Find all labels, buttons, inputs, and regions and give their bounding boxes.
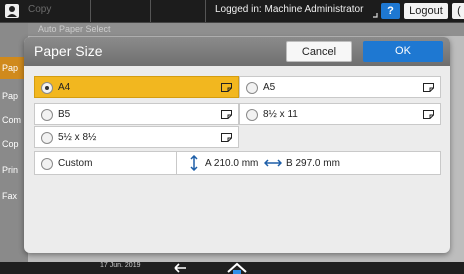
extra-button[interactable]: ( xyxy=(452,3,464,19)
bg-hidden-text: Auto Paper Select xyxy=(38,24,111,34)
radio-icon xyxy=(41,109,53,121)
option-label: A4 xyxy=(58,82,71,93)
radio-icon xyxy=(246,109,258,121)
vertical-arrow-icon xyxy=(190,155,198,171)
bottom-bar: 17 Jun. 2019 xyxy=(0,262,464,274)
paper-size-dialog: Paper Size Cancel OK A4 A5 B5 8½ x 11 5½… xyxy=(24,37,450,253)
option-b5[interactable]: B5 xyxy=(34,103,239,125)
bg-header: Auto Paper Select xyxy=(28,23,464,36)
landscape-orientation-icon xyxy=(221,133,232,142)
landscape-orientation-icon xyxy=(423,83,434,92)
radio-icon xyxy=(246,82,258,94)
radio-icon xyxy=(41,158,53,170)
status-bar: Copy Logged in: Machine Administrator ? … xyxy=(0,0,464,23)
option-label: 5½ x 8½ xyxy=(58,132,97,143)
app-label: Copy xyxy=(28,4,52,15)
help-button[interactable]: ? xyxy=(381,3,400,19)
option-custom[interactable]: Custom A 210.0 mm B 297.0 mm xyxy=(34,151,441,175)
user-icon[interactable] xyxy=(5,4,19,18)
dimension-a[interactable]: A 210.0 mm xyxy=(205,152,258,175)
cancel-button[interactable]: Cancel xyxy=(286,41,352,62)
home-icon[interactable] xyxy=(226,262,248,274)
date-label: 17 Jun. 2019 xyxy=(100,262,141,269)
dimension-b[interactable]: B 297.0 mm xyxy=(286,152,340,175)
ok-button[interactable]: OK xyxy=(363,41,443,62)
landscape-orientation-icon xyxy=(423,110,434,119)
option-label: A5 xyxy=(263,82,276,93)
horizontal-arrow-icon xyxy=(264,159,282,167)
landscape-orientation-icon xyxy=(221,83,232,92)
option-8-5x11[interactable]: 8½ x 11 xyxy=(239,103,441,125)
dialog-header: Paper Size Cancel OK xyxy=(24,37,450,66)
option-label: Custom xyxy=(58,158,93,169)
landscape-orientation-icon xyxy=(221,110,232,119)
login-corner-icon xyxy=(370,4,378,18)
option-a5[interactable]: A5 xyxy=(239,76,441,98)
login-status: Logged in: Machine Administrator xyxy=(215,4,364,15)
option-5-5x8-5[interactable]: 5½ x 8½ xyxy=(34,126,239,148)
radio-icon xyxy=(41,132,53,144)
option-label: 8½ x 11 xyxy=(263,109,298,120)
back-icon[interactable] xyxy=(172,263,188,273)
option-label: B5 xyxy=(58,109,71,120)
option-a4[interactable]: A4 xyxy=(34,76,239,98)
dialog-title: Paper Size xyxy=(34,43,103,59)
logout-button[interactable]: Logout xyxy=(404,3,448,19)
radio-selected-icon xyxy=(41,82,53,94)
divider xyxy=(176,152,177,174)
